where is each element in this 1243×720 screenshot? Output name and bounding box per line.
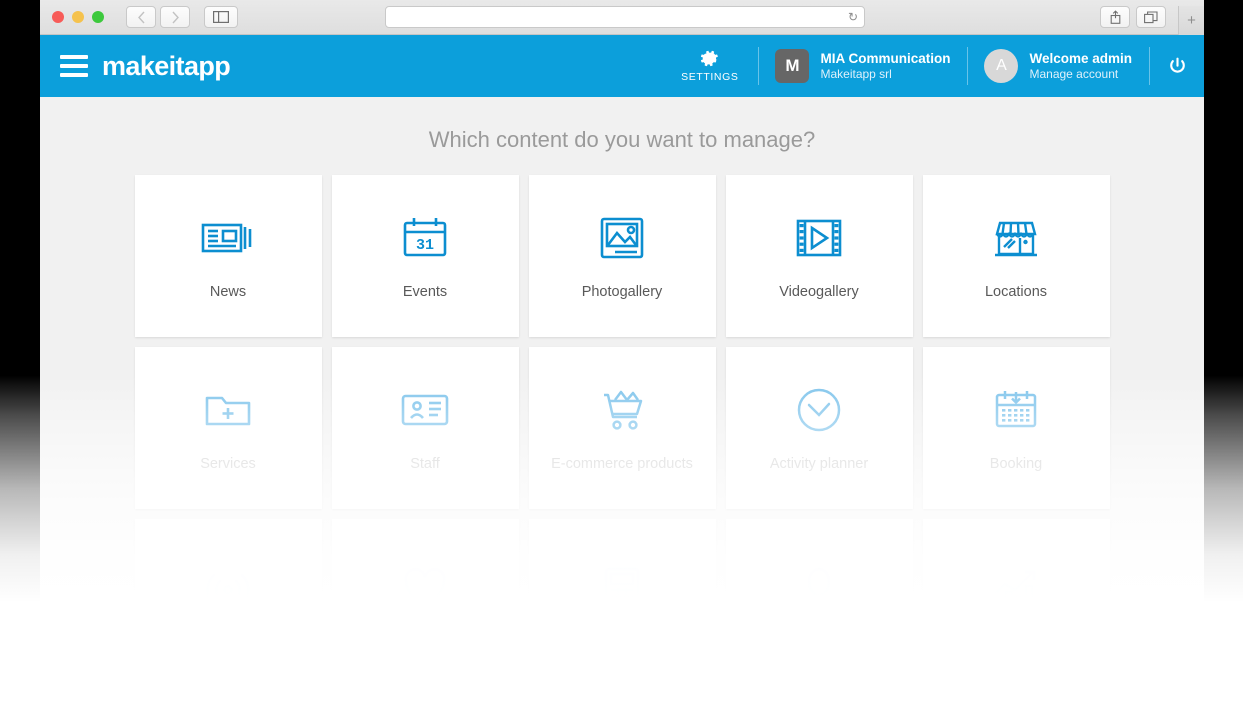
calendar-download-icon: [992, 384, 1040, 436]
id-card-icon: [400, 384, 450, 436]
card-videogallery[interactable]: Videogallery: [725, 175, 913, 337]
organization-selector[interactable]: M MIA Communication Makeitapp srl: [758, 35, 967, 97]
url-input[interactable]: [386, 7, 848, 27]
card-news[interactable]: News: [134, 175, 322, 337]
newspaper-icon: [201, 212, 255, 264]
browser-window: ↻ + makeitapp SETTINGS M MIA Communicati…: [40, 0, 1204, 720]
screenshot-stage: ↻ + makeitapp SETTINGS M MIA Communicati…: [0, 0, 1243, 720]
manage-account-link[interactable]: Manage account: [1029, 67, 1132, 82]
card-label: Staff: [410, 456, 440, 472]
card-activity-planner[interactable]: Activity planner: [725, 347, 913, 509]
content-area: Which content do you want to manage? New…: [40, 97, 1204, 720]
card-row3-1[interactable]: [134, 519, 322, 681]
card-label: Photogallery: [581, 284, 663, 300]
minimize-window-button[interactable]: [72, 11, 84, 23]
folder-plus-icon: [203, 384, 253, 436]
card-booking[interactable]: Booking: [922, 347, 1110, 509]
account-menu[interactable]: A Welcome admin Manage account: [967, 35, 1149, 97]
settings-label: SETTINGS: [681, 71, 739, 83]
card-photogallery[interactable]: Photogallery: [528, 175, 716, 337]
gear-icon: [701, 50, 719, 67]
organization-info: MIA Communication Makeitapp srl: [820, 50, 950, 83]
sidebar-icon: [213, 11, 229, 23]
card-row3-5[interactable]: [922, 519, 1110, 681]
card-row3-4[interactable]: [725, 519, 913, 681]
growth-chart-icon: [991, 564, 1041, 616]
card-label: Services: [200, 456, 256, 472]
beacon-signal-icon: [203, 564, 253, 616]
content-type-grid: News 31 Events Photogallery Videogallery…: [134, 175, 1110, 681]
calculator-icon: [602, 564, 642, 616]
browser-toolbar: ↻ +: [40, 0, 1204, 35]
toolbar-right-buttons: [1100, 6, 1166, 28]
person-icon: [797, 564, 841, 616]
card-row3-2[interactable]: [331, 519, 519, 681]
calendar-31-icon: 31: [401, 212, 449, 264]
back-button[interactable]: [126, 6, 156, 28]
svg-text:31: 31: [416, 237, 434, 254]
card-locations[interactable]: Locations: [922, 175, 1110, 337]
settings-button[interactable]: SETTINGS: [661, 35, 758, 97]
address-bar[interactable]: ↻: [385, 6, 865, 28]
card-label: Locations: [984, 284, 1048, 300]
show-tabs-button[interactable]: [1136, 6, 1166, 28]
app-logo[interactable]: makeitapp: [102, 51, 231, 82]
reload-icon[interactable]: ↻: [848, 11, 858, 23]
hamburger-icon[interactable]: [60, 55, 88, 77]
card-services[interactable]: Services: [134, 347, 322, 509]
app-header: makeitapp SETTINGS M MIA Communication M…: [40, 35, 1204, 97]
card-row3-3[interactable]: [528, 519, 716, 681]
card-ecommerce-products[interactable]: E-commerce products: [528, 347, 716, 509]
card-label: Videogallery: [779, 284, 859, 300]
heart-icon: [402, 564, 448, 616]
clock-icon: [795, 384, 843, 436]
tabs-icon: [1144, 10, 1158, 23]
card-events[interactable]: 31 Events: [331, 175, 519, 337]
card-label: Booking: [989, 456, 1043, 472]
sidebar-toggle-button[interactable]: [204, 6, 238, 28]
shopping-cart-icon: [597, 384, 647, 436]
storefront-icon: [991, 212, 1041, 264]
card-label: E-commerce products: [551, 456, 693, 472]
account-greeting: Welcome admin: [1029, 50, 1132, 66]
organization-subtitle: Makeitapp srl: [820, 66, 892, 81]
forward-button[interactable]: [160, 6, 190, 28]
window-controls: [52, 11, 104, 23]
page-title: Which content do you want to manage?: [428, 127, 816, 152]
address-bar-container: ↻: [385, 6, 865, 28]
card-label: Events: [402, 284, 448, 300]
navigation-buttons: [126, 6, 190, 28]
avatar: A: [984, 49, 1019, 83]
power-icon: [1170, 57, 1185, 73]
card-label: Activity planner: [769, 456, 869, 472]
share-button[interactable]: [1100, 6, 1130, 28]
organization-name: MIA Communication: [820, 50, 951, 66]
maximize-window-button[interactable]: [92, 11, 104, 23]
share-icon: [1110, 10, 1120, 24]
new-tab-button[interactable]: +: [1178, 6, 1204, 35]
image-icon: [598, 212, 646, 264]
account-info: Welcome admin Manage account: [1029, 50, 1132, 83]
logout-button[interactable]: [1149, 35, 1204, 97]
organization-avatar: M: [775, 49, 810, 83]
close-window-button[interactable]: [52, 11, 64, 23]
film-play-icon: [794, 212, 844, 264]
header-right-section: SETTINGS M MIA Communication Makeitapp s…: [661, 35, 1204, 97]
card-staff[interactable]: Staff: [331, 347, 519, 509]
card-label: News: [209, 284, 247, 300]
